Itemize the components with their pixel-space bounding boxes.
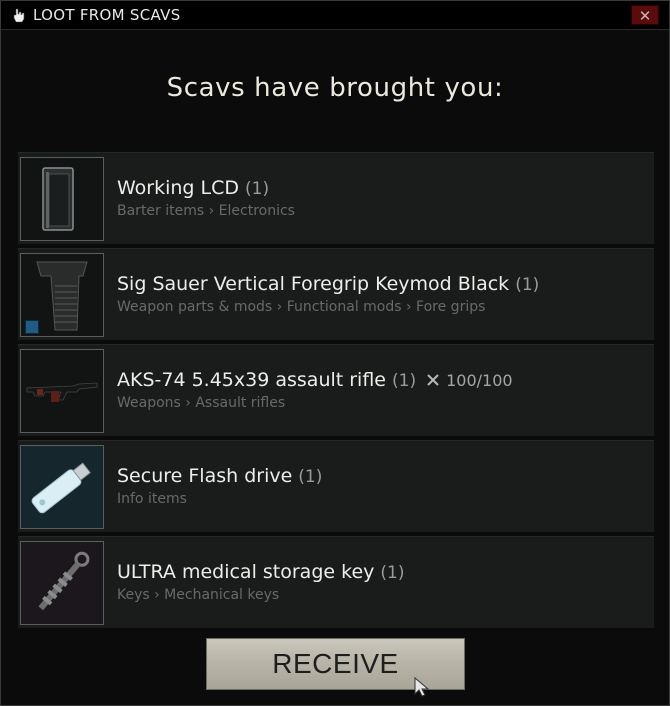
assault-rifle-icon — [20, 349, 104, 433]
dialog-heading: Scavs have brought you: — [166, 73, 504, 103]
item-category: Weapon parts & mods › Functional mods › … — [117, 299, 486, 315]
item-quantity: (1) — [380, 563, 405, 583]
flash-drive-icon — [20, 445, 104, 529]
loot-item-row[interactable]: Secure Flash drive (1) Info items — [18, 440, 654, 532]
mechanical-key-icon — [20, 541, 104, 625]
item-quantity: (1) — [298, 467, 323, 487]
hand-cursor-icon — [13, 8, 25, 23]
loot-item-row[interactable]: Sig Sauer Vertical Foregrip Keymod Black… — [18, 248, 654, 340]
lcd-screen-icon — [20, 157, 104, 241]
durability-readout: 100/100 — [426, 371, 513, 390]
item-category: Keys › Mechanical keys — [117, 587, 280, 603]
loot-item-row[interactable]: AKS-74 5.45x39 assault rifle (1) 100/100 W… — [18, 344, 654, 436]
window-title: LOOT FROM SCAVS — [33, 6, 181, 24]
item-name: Working LCD (1) — [117, 177, 270, 199]
item-category: Info items — [117, 491, 187, 507]
loot-dialog: LOOT FROM SCAVS ✕ Scavs have brought you… — [0, 0, 670, 706]
item-name: ULTRA medical storage key (1) — [117, 561, 405, 583]
item-quantity: (1) — [392, 371, 417, 391]
loot-item-row[interactable]: ULTRA medical storage key (1) Keys › Mech… — [18, 536, 654, 628]
item-quantity: (1) — [515, 275, 540, 295]
item-quantity: (1) — [245, 179, 270, 199]
loot-item-row[interactable]: Working LCD (1) Barter items › Electronic… — [18, 152, 654, 244]
durability-icon — [427, 374, 439, 386]
item-name: Secure Flash drive (1) — [117, 465, 323, 487]
item-category: Barter items › Electronics — [117, 203, 295, 219]
item-name: AKS-74 5.45x39 assault rifle (1) 100/100 — [117, 369, 513, 391]
foregrip-icon — [20, 253, 104, 337]
mouse-cursor-icon — [414, 676, 430, 697]
item-category: Weapons › Assault rifles — [117, 395, 286, 411]
close-button[interactable]: ✕ — [631, 5, 659, 25]
item-name: Sig Sauer Vertical Foregrip Keymod Black… — [117, 273, 540, 295]
title-bar[interactable]: LOOT FROM SCAVS ✕ — [1, 1, 669, 30]
lock-badge-icon — [25, 320, 39, 334]
